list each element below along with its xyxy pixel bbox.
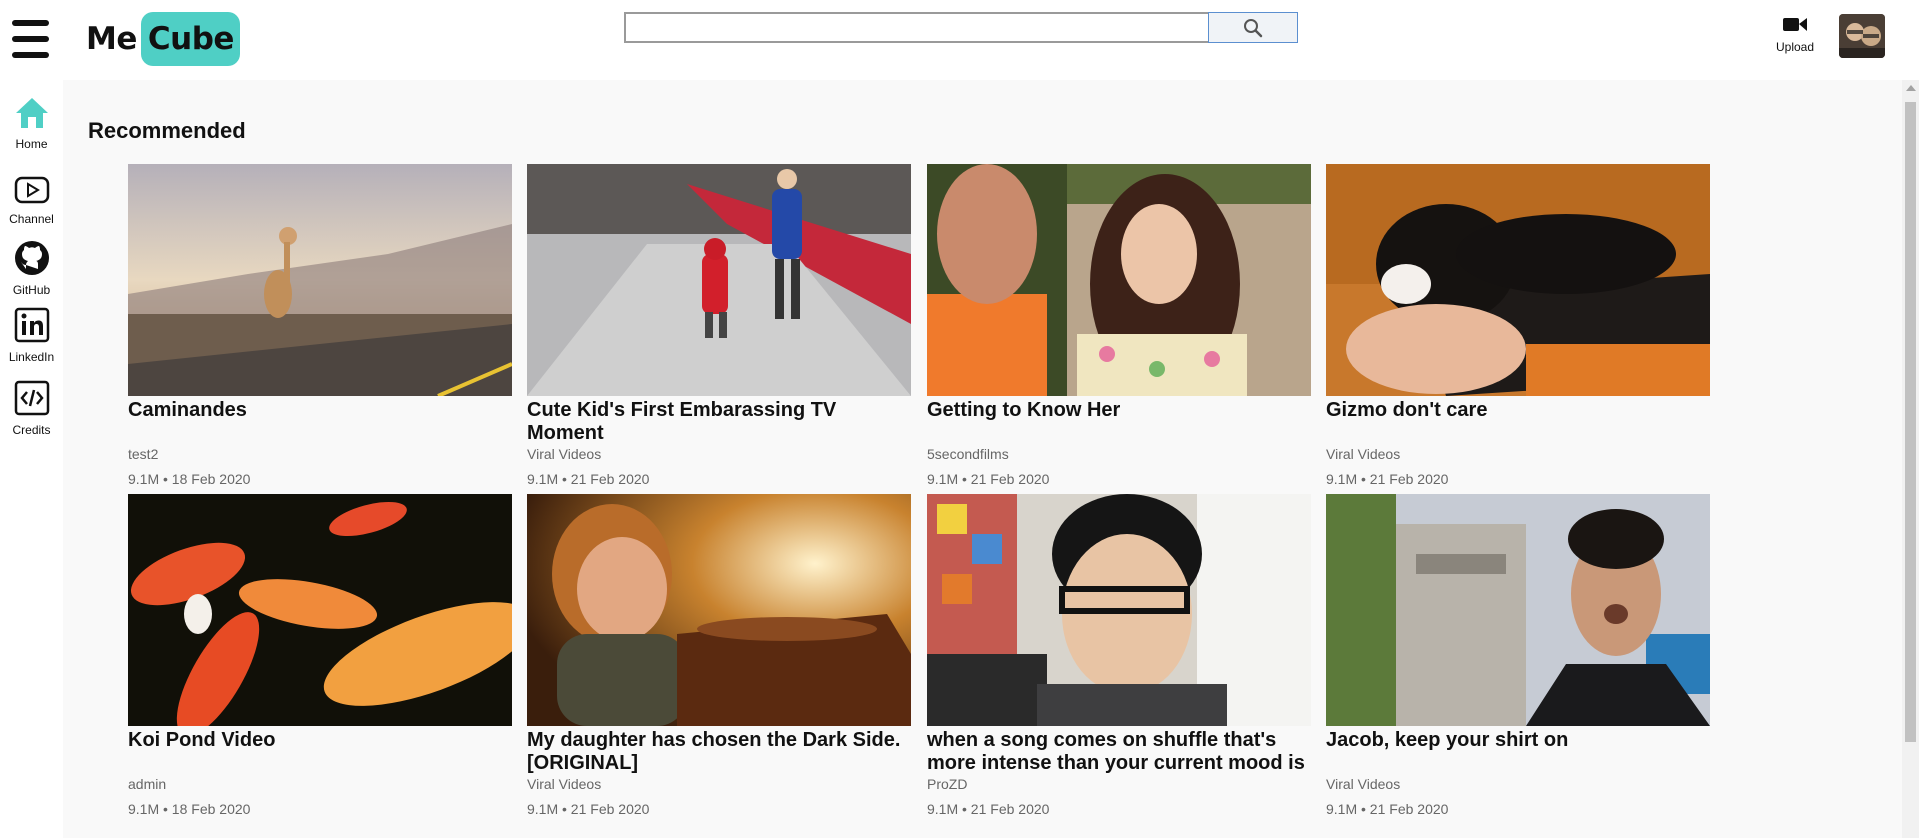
video-channel[interactable]: ProZD [927,775,1311,793]
vertical-scrollbar[interactable] [1902,80,1919,838]
sidebar: Home Channel GitHub LinkedIn Credits [0,80,63,838]
top-header: Me Cube Upload [0,0,1919,80]
video-title[interactable]: Koi Pond Video [128,729,512,775]
video-channel[interactable]: Viral Videos [527,775,911,793]
video-thumbnail[interactable] [527,164,911,396]
video-thumbnail[interactable] [1326,494,1710,726]
video-channel[interactable]: test2 [128,445,512,463]
section-title: Recommended [88,118,246,143]
main-content: Recommended Caminandes test2 9.1M • 18 F… [63,80,1902,838]
video-card[interactable]: My daughter has chosen the Dark Side. [O… [527,494,911,818]
sidebar-item-linkedin[interactable]: LinkedIn [0,307,63,364]
menu-icon-bar [12,36,49,42]
sidebar-item-home[interactable]: Home [0,96,63,151]
video-card[interactable]: Caminandes test2 9.1M • 18 Feb 2020 [128,164,512,488]
sidebar-item-channel[interactable]: Channel [0,175,63,226]
channel-icon [14,176,49,204]
video-channel[interactable]: 5secondfilms [927,445,1311,463]
mecube-logo[interactable]: Me Cube [86,9,240,69]
video-meta: 9.1M • 21 Feb 2020 [927,801,1050,817]
sidebar-item-label: GitHub [12,283,51,297]
video-meta: 9.1M • 18 Feb 2020 [128,801,251,817]
video-title[interactable]: Caminandes [128,399,512,445]
video-card[interactable]: Gizmo don't care Viral Videos 9.1M • 21 … [1326,164,1710,488]
avatar[interactable] [1839,14,1885,58]
home-icon [15,98,48,128]
video-thumbnail[interactable] [1326,164,1710,396]
sidebar-item-label: LinkedIn [8,350,55,364]
video-card[interactable]: when a song comes on shuffle that's more… [927,494,1311,818]
search-icon [1244,18,1263,37]
video-camera-icon [1783,18,1807,31]
menu-icon[interactable] [12,20,49,58]
video-meta: 9.1M • 21 Feb 2020 [927,471,1050,487]
sidebar-item-label: Credits [12,423,51,437]
logo-text-cube: Cube [140,12,240,66]
video-thumbnail[interactable] [927,494,1311,726]
video-thumbnail[interactable] [128,164,512,396]
avatar-photo [1839,14,1885,58]
scroll-up-arrow-icon[interactable] [1906,85,1916,91]
github-icon [14,241,49,275]
upload-label: Upload [1775,40,1815,54]
video-channel[interactable]: Viral Videos [527,445,911,463]
sidebar-item-credits[interactable]: Credits [0,380,63,437]
sidebar-item-github[interactable]: GitHub [0,240,63,297]
video-meta: 9.1M • 18 Feb 2020 [128,471,251,487]
scrollbar-thumb[interactable] [1905,102,1916,742]
video-card[interactable]: Jacob, keep your shirt on Viral Videos 9… [1326,494,1710,818]
sidebar-item-label: Home [15,137,48,151]
menu-icon-bar [12,20,49,26]
video-card[interactable]: Cute Kid's First Embarassing TV Moment V… [527,164,911,488]
video-meta: 9.1M • 21 Feb 2020 [1326,471,1449,487]
search-button[interactable] [1208,12,1298,43]
upload-button[interactable]: Upload [1770,15,1820,54]
video-title[interactable]: Gizmo don't care [1326,399,1710,445]
video-channel[interactable]: admin [128,775,512,793]
linkedin-icon [14,307,49,343]
video-card[interactable]: Getting to Know Her 5secondfilms 9.1M • … [927,164,1311,488]
search-input[interactable] [624,12,1208,43]
video-meta: 9.1M • 21 Feb 2020 [527,471,650,487]
menu-icon-bar [12,52,49,58]
video-channel[interactable]: Viral Videos [1326,445,1710,463]
logo-text-me: Me [86,21,137,57]
sidebar-item-label: Channel [9,212,54,226]
video-title[interactable]: when a song comes on shuffle that's more… [927,729,1311,775]
video-thumbnail[interactable] [527,494,911,726]
video-title[interactable]: Cute Kid's First Embarassing TV Moment [527,399,911,445]
video-card[interactable]: Koi Pond Video admin 9.1M • 18 Feb 2020 [128,494,512,818]
code-icon [14,380,49,416]
video-title[interactable]: Getting to Know Her [927,399,1311,445]
video-title[interactable]: My daughter has chosen the Dark Side. [O… [527,729,911,775]
video-thumbnail[interactable] [128,494,512,726]
search-bar [624,12,1298,43]
video-thumbnail[interactable] [927,164,1311,396]
video-channel[interactable]: Viral Videos [1326,775,1710,793]
video-meta: 9.1M • 21 Feb 2020 [1326,801,1449,817]
video-title[interactable]: Jacob, keep your shirt on [1326,729,1710,775]
video-meta: 9.1M • 21 Feb 2020 [527,801,650,817]
